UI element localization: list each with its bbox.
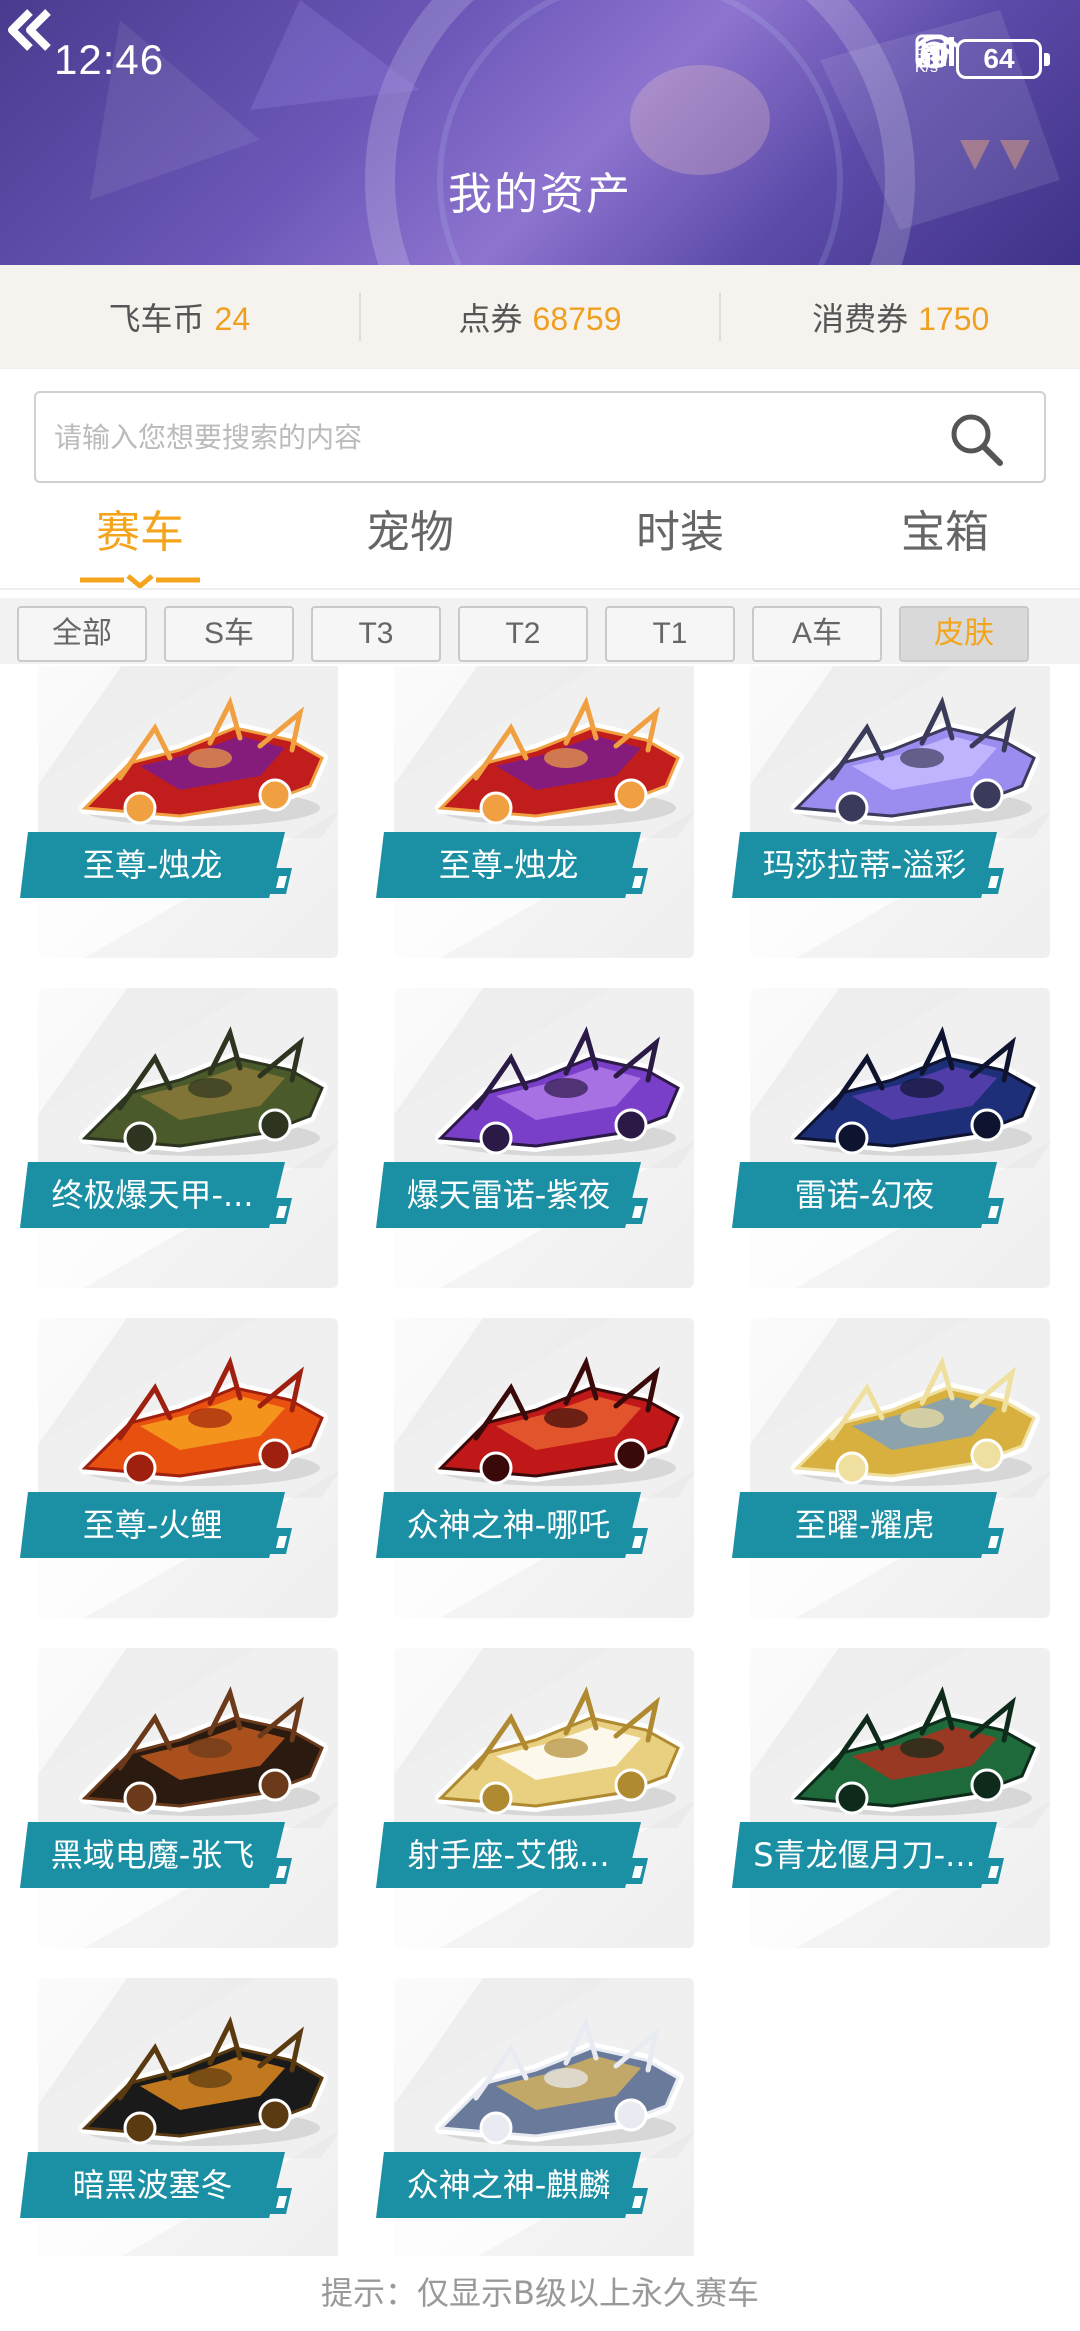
corner-tag-icon [980, 868, 1004, 894]
asset-points: 点券 68759 [361, 294, 720, 340]
car-name: 至尊-火鲤 [20, 1492, 285, 1558]
filter-bar: 全部 S车 T3 T2 T1 A车 皮肤 [0, 598, 1080, 664]
filter-t2[interactable]: T2 [458, 606, 588, 662]
battery-level: 64 [983, 43, 1015, 74]
corner-tag-icon [624, 1198, 648, 1224]
car-name: 众神之神-麒麟 [376, 2152, 641, 2218]
status-icons: 3.2 K/s 64 [915, 34, 1050, 84]
asset-value: 68759 [532, 300, 622, 337]
car-card[interactable]: 终极爆天甲-... [20, 988, 350, 1318]
car-card[interactable]: 爆天雷诺-紫夜 [376, 988, 706, 1318]
footer-hint: 提示：仅显示B级以上永久赛车 [321, 2274, 759, 2312]
car-card[interactable]: 黑域电魔-张飞 [20, 1648, 350, 1978]
page-title: 我的资产 [448, 169, 632, 220]
tab-pet[interactable]: 宠物 [275, 500, 545, 586]
car-card[interactable]: 至尊-烛龙 [20, 666, 350, 988]
search-icon[interactable] [948, 411, 1004, 467]
corner-tag-icon [624, 2188, 648, 2214]
search-box [34, 391, 1046, 483]
corner-tag-icon [980, 1858, 1004, 1884]
car-card[interactable]: 玛莎拉蒂-溢彩 [732, 666, 1062, 988]
corner-tag-icon [268, 1528, 292, 1554]
asset-label: 消费券 [812, 299, 909, 338]
filter-a-car[interactable]: A车 [752, 606, 882, 662]
corner-tag-icon [980, 1198, 1004, 1224]
battery-icon: 64 [956, 39, 1050, 79]
corner-tag-icon [268, 1858, 292, 1884]
car-card[interactable]: 至尊-火鲤 [20, 1318, 350, 1648]
asset-value: 24 [214, 300, 251, 337]
status-time: 12:46 [54, 36, 165, 83]
corner-tag-icon [980, 1528, 1004, 1554]
car-name: 射手座-艾俄... [376, 1822, 641, 1888]
car-name: 雷诺-幻夜 [732, 1162, 997, 1228]
asset-summary: 飞车币 24 点券 68759 消费券 1750 [0, 265, 1080, 369]
tab-chest[interactable]: 宝箱 [810, 500, 1080, 586]
asset-value: 1750 [918, 300, 990, 337]
car-card[interactable]: 至曜-耀虎 [732, 1318, 1062, 1648]
car-card[interactable]: S青龙偃月刀-... [732, 1648, 1062, 1978]
car-name: 黑域电魔-张飞 [20, 1822, 285, 1888]
car-card[interactable]: 至尊-烛龙 [376, 666, 706, 988]
filter-t3[interactable]: T3 [311, 606, 441, 662]
app-root: 12:46 3.2 K/s 64 我的资产 飞车币 24 点券 68759 消费… [0, 0, 1080, 2331]
corner-tag-icon [268, 2188, 292, 2214]
signal-icon [916, 37, 954, 66]
car-name: 暗黑波塞冬 [20, 2152, 285, 2218]
car-card[interactable]: 暗黑波塞冬 [20, 1978, 350, 2256]
asset-feiche-coin: 飞车币 24 [0, 294, 359, 340]
car-card[interactable]: 众神之神-哪吒 [376, 1318, 706, 1648]
corner-tag-icon [268, 1198, 292, 1224]
car-name: 爆天雷诺-紫夜 [376, 1162, 641, 1228]
filter-all[interactable]: 全部 [17, 606, 147, 662]
filter-s-car[interactable]: S车 [164, 606, 294, 662]
tab-fashion[interactable]: 时装 [545, 500, 815, 586]
car-name: 至曜-耀虎 [732, 1492, 997, 1558]
status-bar: 12:46 3.2 K/s 64 [0, 0, 1080, 120]
car-card[interactable]: 众神之神-麒麟 [376, 1978, 706, 2256]
asset-voucher: 消费券 1750 [721, 294, 1080, 340]
car-card[interactable]: 射手座-艾俄... [376, 1648, 706, 1978]
corner-tag-icon [624, 1528, 648, 1554]
filter-skin[interactable]: 皮肤 [899, 606, 1029, 662]
car-name: 众神之神-哪吒 [376, 1492, 641, 1558]
back-icon[interactable] [0, 0, 60, 60]
car-card[interactable]: 雷诺-幻夜 [732, 988, 1062, 1318]
car-grid: 至尊-烛龙 至尊-烛龙 玛莎拉蒂-溢彩终极爆天甲-... 爆天雷诺-紫夜 雷诺-幻夜至尊… [0, 666, 1080, 2256]
car-name: 至尊-烛龙 [376, 832, 641, 898]
corner-tag-icon [624, 1858, 648, 1884]
asset-label: 点券 [458, 299, 523, 338]
filter-t1[interactable]: T1 [605, 606, 735, 662]
car-name: 玛莎拉蒂-溢彩 [732, 832, 997, 898]
corner-tag-icon [624, 868, 648, 894]
header-banner: 12:46 3.2 K/s 64 我的资产 [0, 0, 1080, 265]
car-name: 终极爆天甲-... [20, 1162, 285, 1228]
corner-tag-icon [268, 868, 292, 894]
active-tab-indicator [80, 574, 200, 590]
tabs-divider [0, 588, 1080, 590]
car-name: 至尊-烛龙 [20, 832, 285, 898]
asset-label: 飞车币 [108, 299, 205, 338]
search-input[interactable] [54, 393, 934, 481]
car-name: S青龙偃月刀-... [732, 1822, 997, 1888]
